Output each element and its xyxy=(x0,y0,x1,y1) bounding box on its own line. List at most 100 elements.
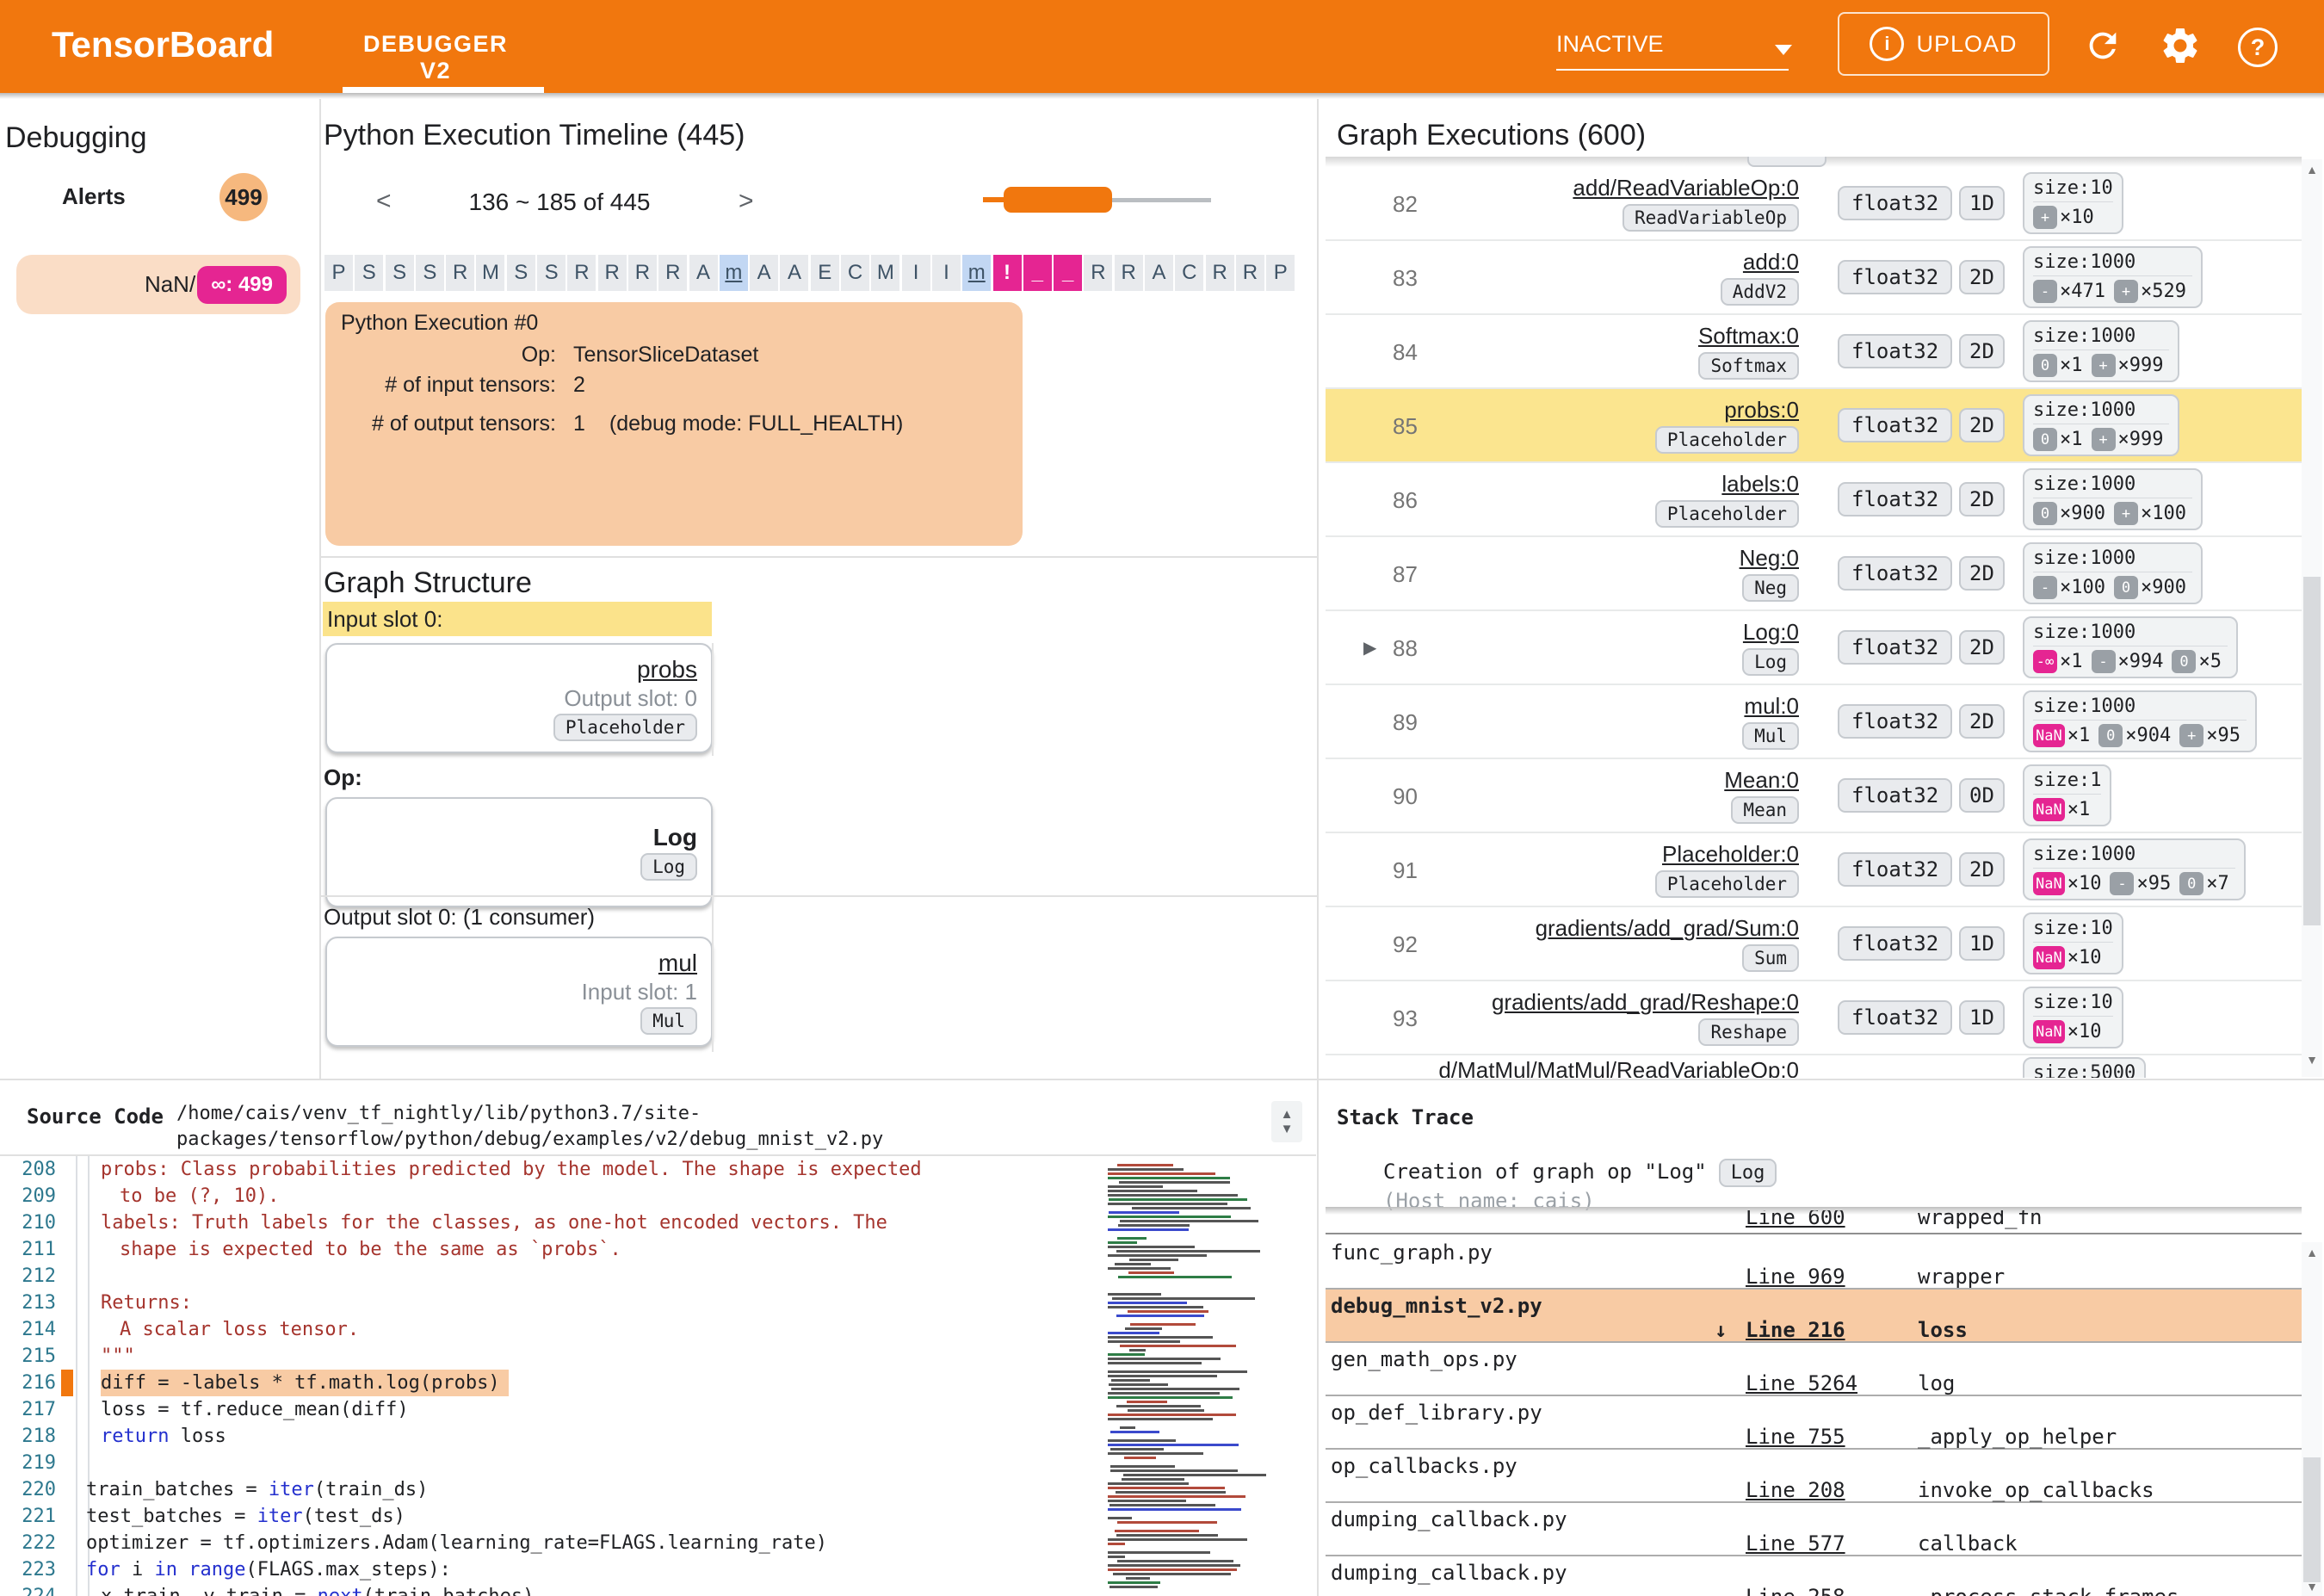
graph-execution-row[interactable]: ▶ 84 Softmax:0 Softmax float32 2D size:1… xyxy=(1326,315,2302,389)
timeline-cell[interactable]: _ xyxy=(1054,255,1083,291)
timeline-cell[interactable]: S xyxy=(355,255,384,291)
timeline-cell[interactable]: A xyxy=(750,255,779,291)
tensor-name-link[interactable]: mul:0 xyxy=(1744,693,1799,720)
code-line[interactable]: 210 labels: Truth labels for the classes,… xyxy=(0,1209,1102,1236)
stack-frame[interactable]: func_graph.py ↓ Line 969 wrapper xyxy=(1326,1236,2302,1290)
tensor-name-link[interactable]: Log:0 xyxy=(1743,619,1799,646)
stack-frame-line-link[interactable]: Line 208 xyxy=(1746,1478,1845,1502)
timeline-cell[interactable]: R xyxy=(1235,255,1264,291)
timeline-cell[interactable]: R xyxy=(1114,255,1143,291)
op-node-card[interactable]: Log Log xyxy=(325,797,713,907)
timeline-cell[interactable]: m xyxy=(719,255,748,291)
tensor-name-link[interactable]: Softmax:0 xyxy=(1698,323,1799,350)
timeline-cell[interactable]: P xyxy=(324,255,353,291)
stack-frame-line-link[interactable]: Line 969 xyxy=(1746,1265,1845,1289)
output-node-card[interactable]: mul Input slot: 1 Mul xyxy=(325,937,713,1047)
alerts-label[interactable]: Alerts xyxy=(62,183,126,210)
stack-frame[interactable]: op_def_library.py ↓ Line 755 _apply_op_h… xyxy=(1326,1396,2302,1450)
scrollbar-thumb[interactable] xyxy=(2303,1457,2321,1582)
refresh-icon[interactable] xyxy=(2083,26,2123,65)
tab-debugger-v2[interactable]: DEBUGGER V2 xyxy=(344,31,527,84)
timeline-cell[interactable]: R xyxy=(1205,255,1234,291)
scroll-down-icon[interactable]: ▼ xyxy=(2302,1053,2322,1067)
timeline-cell[interactable]: E xyxy=(810,255,839,291)
timeline-cell[interactable]: I xyxy=(931,255,961,291)
code-line[interactable]: 215 """ xyxy=(0,1343,1102,1370)
graph-execution-row[interactable]: ▶ 91 Placeholder:0 Placeholder float32 2… xyxy=(1326,833,2302,907)
timeline-cell[interactable]: R xyxy=(567,255,596,291)
tensor-name-link[interactable]: gradients/add_grad/Reshape:0 xyxy=(1492,989,1799,1016)
code-line[interactable]: 208 probs: Class probabilities predicted … xyxy=(0,1156,1102,1183)
timeline-cell[interactable]: R xyxy=(627,255,657,291)
timeline-cell[interactable]: I xyxy=(901,255,930,291)
code-line[interactable]: 220 train_batches = iter(train_ds) xyxy=(0,1476,1102,1503)
chevron-down-icon[interactable] xyxy=(1775,45,1792,55)
scroll-up-icon[interactable]: ▲ xyxy=(2302,1246,2322,1259)
code-line[interactable]: 209 to be (?, 10). xyxy=(0,1183,1102,1209)
graph-execution-row[interactable]: ▶ 85 probs:0 Placeholder float32 2D size… xyxy=(1326,389,2302,463)
stack-frame[interactable]: debug_mnist_v2.py ↓ Line 216 loss xyxy=(1326,1290,2302,1343)
scrollbar-thumb[interactable] xyxy=(2303,577,2321,925)
timeline-cell[interactable]: A xyxy=(780,255,809,291)
code-line[interactable]: 211 shape is expected to be the same as `… xyxy=(0,1236,1102,1263)
timeline-cell[interactable]: R xyxy=(1084,255,1113,291)
timeline-cell[interactable]: S xyxy=(385,255,414,291)
help-icon[interactable]: ? xyxy=(2238,28,2278,67)
timeline-cell[interactable]: M xyxy=(476,255,505,291)
graph-execution-row[interactable]: ▶ 88 Log:0 Log float32 2D size:1000 -∞ ×1… xyxy=(1326,611,2302,685)
timeline-cell[interactable]: P xyxy=(1266,255,1295,291)
timeline-cell[interactable]: A xyxy=(1145,255,1174,291)
gear-icon[interactable] xyxy=(2159,24,2202,67)
stack-frame[interactable]: op_callbacks.py ↓ Line 208 invoke_op_cal… xyxy=(1326,1450,2302,1503)
tensor-name-link[interactable]: Neg:0 xyxy=(1740,545,1799,572)
timeline-cell[interactable]: C xyxy=(841,255,870,291)
stack-frame-line-link[interactable]: Line 5264 xyxy=(1746,1371,1857,1395)
timeline-prev-button[interactable]: < xyxy=(376,187,392,216)
scroll-up-icon[interactable]: ▲ xyxy=(1281,1108,1294,1121)
stack-frame-line-link[interactable]: Line 577 xyxy=(1746,1531,1845,1556)
code-line[interactable]: 214 A scalar loss tensor. xyxy=(0,1316,1102,1343)
tensor-name-link[interactable]: gradients/add_grad/Sum:0 xyxy=(1536,915,1799,942)
code-line[interactable]: 218 return loss xyxy=(0,1423,1102,1450)
graph-execution-row[interactable]: ▶ 82 add/ReadVariableOp:0 ReadVariableOp… xyxy=(1326,167,2302,241)
timeline-cell[interactable]: m xyxy=(962,255,992,291)
stack-frame-line-link[interactable]: Line 755 xyxy=(1746,1425,1845,1449)
nan-alert-item[interactable]: NaN/ ∞: 499 xyxy=(16,255,300,314)
stack-frame[interactable]: dumping_callback.py ↓ Line 258 _process_… xyxy=(1326,1556,2302,1596)
timeline-cell[interactable]: R xyxy=(658,255,688,291)
code-line[interactable]: 219 xyxy=(0,1450,1102,1476)
graph-executions-scrollbar[interactable]: ▲ ▼ xyxy=(2302,159,2322,1077)
code-minimap[interactable] xyxy=(1104,1160,1298,1596)
code-line[interactable]: 213 Returns: xyxy=(0,1290,1102,1316)
code-line[interactable]: 222 optimizer = tf.optimizers.Adam(learni… xyxy=(0,1530,1102,1556)
scroll-down-icon[interactable]: ▼ xyxy=(2302,1580,2322,1593)
timeline-cell[interactable]: A xyxy=(689,255,718,291)
tensor-name-link[interactable]: probs:0 xyxy=(1724,397,1799,424)
timeline-cell[interactable]: S xyxy=(415,255,444,291)
file-scroll-control[interactable]: ▲ ▼ xyxy=(1271,1101,1302,1142)
stack-frame-line-link[interactable]: Line 216 xyxy=(1746,1318,1845,1342)
graph-execution-row[interactable]: ▶ 90 Mean:0 Mean float32 0D size:1 NaN×1 xyxy=(1326,759,2302,833)
stack-frame-line-link[interactable]: Line 258 xyxy=(1746,1585,1845,1596)
graph-execution-row[interactable]: ▶ 89 mul:0 Mul float32 2D size:1000 NaN×… xyxy=(1326,685,2302,759)
graph-execution-row[interactable]: ▶ 87 Neg:0 Neg float32 2D size:1000 -×10… xyxy=(1326,537,2302,611)
timeline-cell[interactable]: M xyxy=(871,255,900,291)
code-line[interactable]: 224 x_train, y_train = next(train_batches… xyxy=(0,1583,1102,1596)
timeline-cell[interactable]: _ xyxy=(1023,255,1052,291)
stack-frame-line-link[interactable]: Line 600 xyxy=(1746,1210,1845,1229)
stack-frame-clipped[interactable]: Line 600 wrapped_fn xyxy=(1326,1210,2302,1234)
tensor-name-link[interactable]: Placeholder:0 xyxy=(1662,841,1799,868)
tensor-name-link[interactable]: add/ReadVariableOp:0 xyxy=(1573,175,1799,201)
code-editor[interactable]: 208 probs: Class probabilities predicted … xyxy=(0,1156,1102,1596)
timeline-cell[interactable]: R xyxy=(597,255,627,291)
timeline-cell[interactable]: S xyxy=(537,255,566,291)
timeline-cell[interactable]: ! xyxy=(992,255,1022,291)
code-line[interactable]: 221 test_batches = iter(test_ds) xyxy=(0,1503,1102,1530)
tensor-name-link[interactable]: d/MatMul/MatMul/ReadVariableOp:0 xyxy=(1438,1057,1799,1078)
scroll-down-icon[interactable]: ▼ xyxy=(1281,1123,1294,1135)
tensor-name-link[interactable]: add:0 xyxy=(1743,249,1799,275)
scroll-up-icon[interactable]: ▲ xyxy=(2302,163,2322,176)
code-line[interactable]: 217 loss = tf.reduce_mean(diff) xyxy=(0,1396,1102,1423)
tensor-name-link[interactable]: labels:0 xyxy=(1721,471,1799,498)
input-node-name-link[interactable]: probs xyxy=(637,656,697,684)
